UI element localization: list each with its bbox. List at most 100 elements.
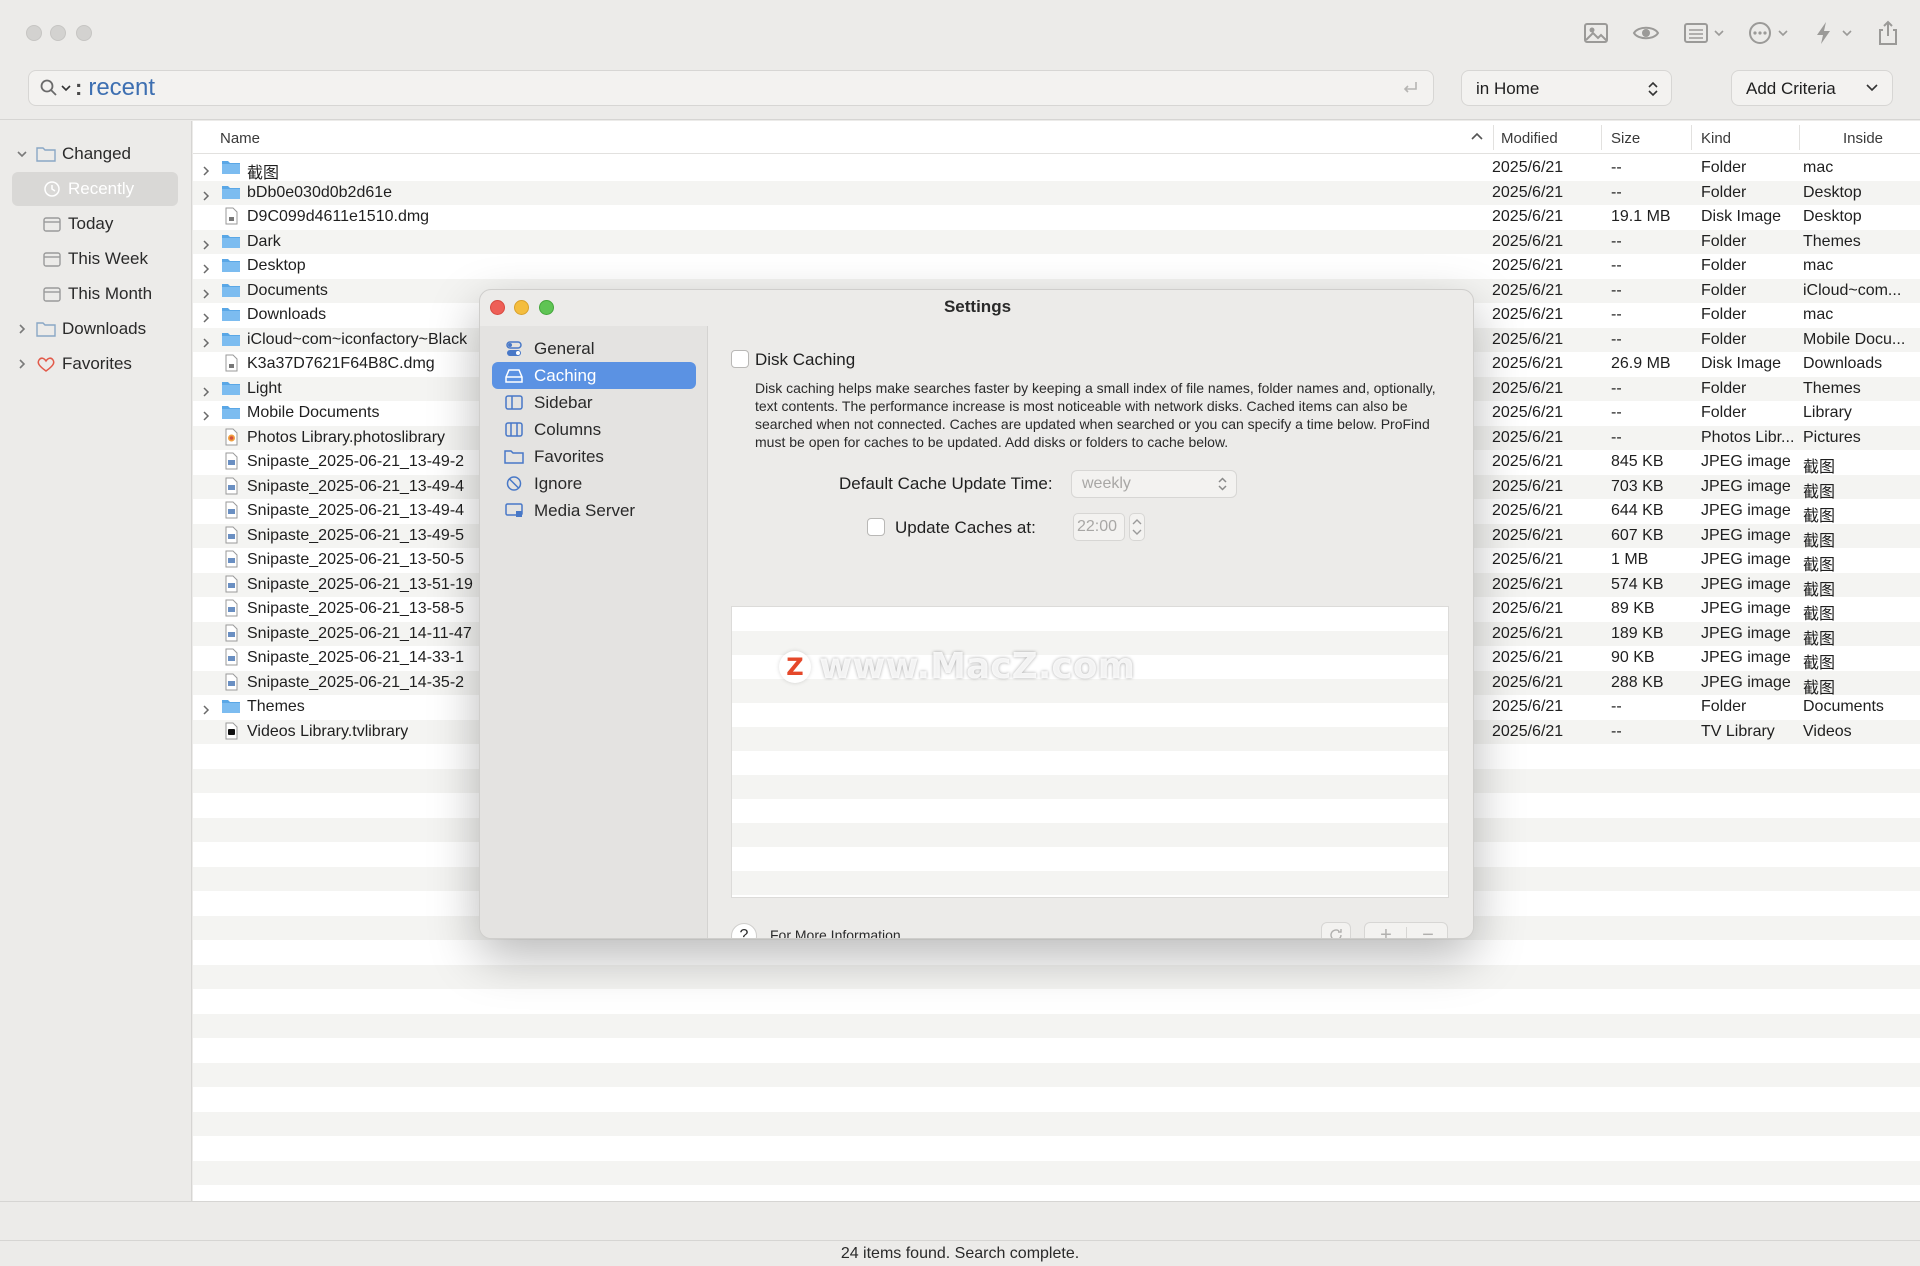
table-row[interactable]: 截图 2025/6/21 -- Folder mac [193, 156, 1920, 182]
chevron-right-icon[interactable] [201, 702, 211, 715]
modified-date: 2025/6/21 [1492, 722, 1564, 740]
settings-sidebar: General Caching Sidebar Columns Favorite… [480, 326, 708, 938]
image-icon[interactable] [1582, 18, 1610, 48]
table-row[interactable]: Desktop 2025/6/21 -- Folder mac [193, 254, 1920, 279]
file-name: Dark [247, 232, 281, 250]
file-kind: Folder [1701, 306, 1747, 323]
file-kind: JPEG image [1701, 453, 1791, 470]
column-header-inside[interactable]: Inside [1843, 130, 1883, 147]
chevron-right-icon[interactable] [201, 237, 211, 250]
parent-folder: 截图 [1803, 508, 1836, 525]
jpeg-file-icon [221, 575, 241, 593]
calendar-icon [43, 217, 61, 232]
chevron-right-icon[interactable] [201, 384, 211, 397]
column-separator[interactable] [1601, 125, 1602, 150]
clock-icon [44, 181, 60, 197]
add-location-button[interactable]: + [1365, 924, 1407, 938]
settings-tab-ignore[interactable]: Ignore [492, 470, 696, 497]
folder-icon [221, 281, 241, 299]
file-name: Light [247, 379, 282, 397]
watermark: Z www.MacZ.com [779, 646, 1135, 687]
update-time-stepper[interactable] [1129, 513, 1145, 541]
settings-tab-label: General [534, 339, 595, 358]
table-row[interactable]: Dark 2025/6/21 -- Folder Themes [193, 229, 1920, 254]
scope-select[interactable]: in Home [1461, 70, 1672, 106]
settings-tab-columns[interactable]: Columns [492, 416, 696, 443]
sidebar-item-this-month[interactable]: This Month [0, 277, 192, 311]
add-criteria-button[interactable]: Add Criteria [1731, 70, 1893, 106]
file-name: Snipaste_2025-06-21_13-58-5 [247, 600, 465, 617]
update-time-field[interactable]: 22:00 [1073, 513, 1125, 541]
file-name: Snipaste_2025-06-21_13-49-5 [247, 526, 465, 544]
table-row[interactable]: bDb0e030d0b2d61e 2025/6/21 -- Folder Desktop [193, 180, 1920, 205]
update-caches-checkbox[interactable] [867, 518, 885, 536]
search-icon[interactable] [39, 78, 59, 98]
chevron-right-icon[interactable] [16, 358, 28, 370]
remove-location-button[interactable]: − [1407, 924, 1449, 938]
sidebar-item-changed[interactable]: Changed [0, 137, 192, 171]
sidebar-item-this-week[interactable]: This Week [0, 242, 192, 276]
parent-folder: 截图 [1803, 606, 1836, 623]
eye-icon[interactable] [1632, 18, 1660, 48]
file-kind: JPEG image [1701, 477, 1791, 495]
chevron-right-icon[interactable] [201, 163, 211, 176]
settings-tab-favorites[interactable]: Favorites [492, 443, 696, 470]
settings-tab-sidebar[interactable]: Sidebar [492, 389, 696, 416]
column-header-modified[interactable]: Modified [1501, 130, 1558, 147]
sidebar-item-downloads[interactable]: Downloads [0, 312, 192, 346]
sort-ascending-icon[interactable] [1471, 131, 1483, 141]
sidebar-item-recently[interactable]: Recently [0, 172, 192, 206]
file-kind: Folder [1701, 281, 1747, 299]
file-kind: JPEG image [1701, 575, 1791, 593]
chevron-right-icon[interactable] [201, 261, 211, 274]
sidebar-item-today[interactable]: Today [0, 207, 192, 241]
file-size: -- [1611, 257, 1622, 274]
chevron-right-icon[interactable] [201, 310, 211, 323]
column-separator[interactable] [1691, 125, 1692, 150]
sidebar-item-favorites[interactable]: Favorites [0, 347, 192, 381]
column-header-kind[interactable]: Kind [1701, 130, 1731, 147]
settings-tab-general[interactable]: General [492, 335, 696, 362]
disk-caching-checkbox[interactable] [731, 350, 749, 368]
column-header-name[interactable]: Name [220, 130, 260, 147]
column-separator[interactable] [1799, 125, 1800, 150]
modified-date: 2025/6/21 [1492, 649, 1564, 666]
column-header-size[interactable]: Size [1611, 130, 1640, 147]
chevron-right-icon[interactable] [201, 335, 211, 348]
modified-date: 2025/6/21 [1492, 404, 1564, 421]
default-cache-time-select[interactable]: weekly [1071, 470, 1237, 498]
search-query[interactable]: recent [88, 74, 155, 102]
return-icon[interactable] [1401, 79, 1419, 97]
chevron-right-icon[interactable] [16, 323, 28, 335]
list-stripe [732, 823, 1448, 847]
table-row[interactable]: D9C099d4611e1510.dmg 2025/6/21 19.1 MB Disk… [193, 205, 1920, 230]
chevron-down-icon[interactable] [16, 148, 28, 160]
flash-icon[interactable] [1810, 18, 1852, 48]
parent-folder: 截图 [1803, 630, 1836, 648]
chevron-down-icon[interactable] [61, 83, 71, 93]
ellipsis-icon[interactable] [1746, 18, 1788, 48]
parent-folder: 截图 [1803, 655, 1836, 672]
settings-tab-caching[interactable]: Caching [492, 362, 696, 389]
settings-tab-media-server[interactable]: Media Server [492, 497, 696, 524]
status-bar: 24 items found. Search complete. [0, 1201, 1920, 1266]
share-icon[interactable] [1874, 18, 1902, 48]
chevron-right-icon[interactable] [201, 286, 211, 299]
file-size: 89 KB [1611, 600, 1655, 617]
help-button[interactable]: ? [731, 923, 757, 938]
column-separator[interactable] [1493, 125, 1494, 150]
search-field[interactable]: : recent [28, 70, 1434, 106]
file-kind: JPEG image [1701, 551, 1791, 568]
list-view-icon[interactable] [1682, 18, 1724, 48]
modified-date: 2025/6/21 [1492, 526, 1564, 544]
file-name: Downloads [247, 306, 327, 323]
refresh-cache-button[interactable] [1321, 922, 1351, 938]
zoom-window-button[interactable] [76, 25, 92, 41]
close-window-button[interactable] [26, 25, 42, 41]
chevron-right-icon[interactable] [201, 408, 211, 421]
chevron-right-icon[interactable] [201, 188, 211, 201]
file-name: Desktop [247, 257, 306, 274]
sidebar-item-label: Recently [68, 179, 135, 198]
chevron-down-icon [1714, 30, 1724, 37]
minimize-window-button[interactable] [50, 25, 66, 41]
